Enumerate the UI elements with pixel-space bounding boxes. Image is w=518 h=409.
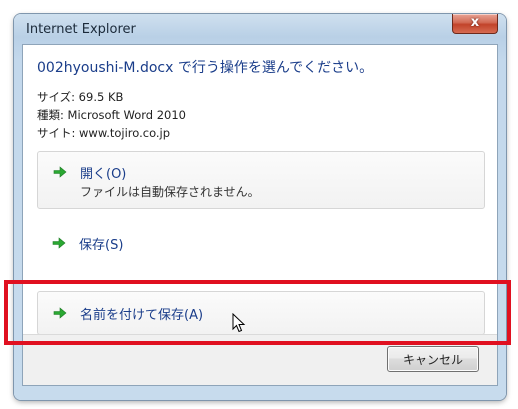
save-as-command-button[interactable]: 名前を付けて保存(A) [37, 291, 485, 335]
title-bar[interactable]: Internet Explorer x [14, 14, 506, 44]
mouse-pointer-icon [232, 313, 246, 333]
green-arrow-icon [53, 307, 67, 319]
save-command-label: 保存(S) [79, 238, 124, 253]
green-arrow-icon [52, 237, 66, 249]
close-button[interactable]: x [452, 14, 498, 34]
open-command-label: 開く(O) [80, 167, 127, 182]
window-title: Internet Explorer [26, 22, 136, 37]
save-as-command-label: 名前を付けて保存(A) [80, 308, 204, 323]
dialog-heading: 002hyoushi-M.docx で行う操作を選んでください。 [37, 60, 374, 76]
dialog-footer: キャンセル [23, 334, 497, 385]
cancel-button[interactable]: キャンセル [387, 346, 479, 372]
green-arrow-icon [53, 166, 67, 178]
file-site-line: サイト: www.tojiro.co.jp [37, 126, 171, 140]
download-dialog-window: Internet Explorer x 002hyoushi-M.docx で行… [14, 14, 506, 400]
dialog-body: 002hyoushi-M.docx で行う操作を選んでください。 サイズ: 69… [22, 44, 498, 386]
file-type-line: 種類: Microsoft Word 2010 [37, 108, 186, 122]
open-command-subtext: ファイルは自動保存されません。 [80, 185, 260, 199]
save-command-button[interactable]: 保存(S) [37, 223, 483, 263]
file-size-line: サイズ: 69.5 KB [37, 90, 124, 104]
close-icon: x [470, 15, 480, 30]
open-command-button[interactable]: 開く(O) ファイルは自動保存されません。 [37, 151, 485, 209]
screenshot-canvas: Internet Explorer x 002hyoushi-M.docx で行… [0, 0, 518, 409]
